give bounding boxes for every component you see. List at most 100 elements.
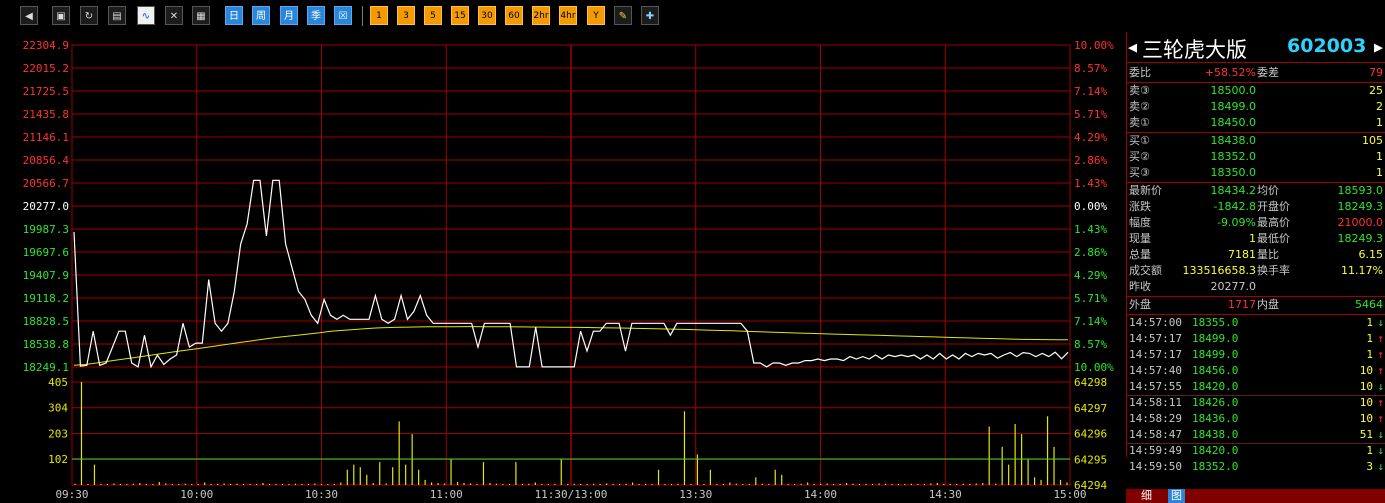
down-arrow-icon: ↓ <box>1377 460 1384 473</box>
panel-tab-1[interactable]: 图 <box>1168 489 1185 503</box>
refresh-icon[interactable]: ↻ <box>80 6 98 25</box>
stat-label: 总量 <box>1129 248 1151 261</box>
waipan-row: 外盘 1717 内盘 5464 <box>1126 297 1385 313</box>
tick-time: 14:58:11 <box>1129 396 1182 409</box>
pencil-icon[interactable]: ✎ <box>614 6 632 25</box>
sell-row: 卖③ 18500.0 25 <box>1126 83 1385 99</box>
volume-tick-right: 64297 <box>1074 402 1107 415</box>
stat-label-2: 均价 <box>1257 184 1279 197</box>
waipan-label: 外盘 <box>1129 298 1151 311</box>
weibi-row: 委比 +58.52% 委差 79 <box>1126 65 1385 81</box>
percent-tick-label: 10.00% <box>1074 361 1114 374</box>
up-arrow-icon: ↑ <box>1377 332 1384 345</box>
period-button-0[interactable]: 日 <box>225 6 243 25</box>
buy-volume: 105 <box>1362 134 1383 147</box>
sell-level-label: 卖① <box>1129 116 1150 129</box>
intraday-chart: 22304.9 10.00% 22015.2 8.57% 21725.5 7.14% 214… <box>23 39 1114 501</box>
stat-value: 1 <box>1249 232 1256 245</box>
minute-button-5[interactable]: 5 <box>424 6 442 25</box>
weibi-value: +58.52% <box>1204 66 1256 79</box>
down-arrow-icon: ↓ <box>1377 316 1384 329</box>
stat-value-2: 18249.3 <box>1337 232 1384 245</box>
price-tick-label: 22015.2 <box>23 62 69 75</box>
minute-button-30[interactable]: 30 <box>478 6 496 25</box>
tick-time: 14:58:47 <box>1129 428 1182 441</box>
minute-button-60[interactable]: 60 <box>505 6 523 25</box>
stat-label: 现量 <box>1129 232 1151 245</box>
sell-price: 18500.0 <box>1210 84 1257 97</box>
stat-label-2: 开盘价 <box>1257 200 1290 213</box>
box-icon[interactable]: ▣ <box>52 6 70 25</box>
next-stock-icon[interactable]: ▶ <box>1374 38 1383 56</box>
stat-label-2: 量比 <box>1257 248 1279 261</box>
sell-price: 18450.0 <box>1210 116 1257 129</box>
period-button-4[interactable]: ☒ <box>334 6 352 25</box>
volume-tick-right: 64295 <box>1074 453 1107 466</box>
price-tick-label: 20566.7 <box>23 177 69 190</box>
trade-tick-row: 14:57:55 18420.0 10 ↓ <box>1126 379 1385 395</box>
volume-tick-left: 405 <box>48 376 68 389</box>
minute-button-3[interactable]: 3 <box>397 6 415 25</box>
tick-time: 14:57:00 <box>1129 316 1182 329</box>
trade-tick-row: 14:57:17 18499.0 1 ↑ <box>1126 347 1385 363</box>
minute-button-2hr[interactable]: 2hr <box>532 6 550 25</box>
trade-tick-row: 14:59:50 18352.0 3 ↓ <box>1126 459 1385 475</box>
price-tick-label: 21146.1 <box>23 131 69 144</box>
price-tick-label: 21435.8 <box>23 108 69 121</box>
volume-tick-right: 64296 <box>1074 428 1107 441</box>
time-axis-label: 11:00 <box>430 488 463 501</box>
price-tick-label: 20856.4 <box>23 154 70 167</box>
time-axis-label: 14:30 <box>929 488 962 501</box>
tick-price: 18352.0 <box>1192 460 1239 473</box>
tick-time: 14:57:55 <box>1129 380 1182 393</box>
neipan-value: 5464 <box>1355 298 1383 311</box>
tick-volume: 3 <box>1366 460 1373 473</box>
time-axis-label: 09:30 <box>55 488 88 501</box>
neipan-label: 内盘 <box>1257 298 1279 311</box>
buy-level-label: 买① <box>1129 134 1150 147</box>
volume-tick-left: 102 <box>48 453 68 466</box>
stat-value: 20277.0 <box>1210 280 1257 293</box>
trade-tick-row: 14:58:29 18436.0 10 ↑ <box>1126 411 1385 427</box>
trade-tick-row: 14:59:49 18420.0 1 ↓ <box>1126 443 1385 459</box>
percent-tick-label: 5.71% <box>1074 108 1107 121</box>
percent-tick-label: 1.43% <box>1074 223 1107 236</box>
trade-tick-row: 14:57:17 18499.0 1 ↑ <box>1126 331 1385 347</box>
indicator-icon[interactable]: ✕ <box>165 6 183 25</box>
tick-price: 18436.0 <box>1192 412 1239 425</box>
stat-value-2: 18593.0 <box>1337 184 1384 197</box>
price-tick-label: 21725.5 <box>23 85 69 98</box>
period-button-2[interactable]: 月 <box>280 6 298 25</box>
table-icon[interactable]: ▦ <box>192 6 210 25</box>
minute-button-15[interactable]: 15 <box>451 6 469 25</box>
panel-tabs: 细图 <box>1126 489 1385 503</box>
minute-button-1[interactable]: 1 <box>370 6 388 25</box>
clipboard-icon[interactable]: ▤ <box>108 6 126 25</box>
time-axis-label: 11:30/13:00 <box>535 488 608 501</box>
back-icon[interactable]: ◀ <box>20 6 38 25</box>
tick-volume: 10 <box>1359 396 1373 409</box>
panel-tab-0[interactable]: 细 <box>1138 489 1155 503</box>
time-axis-label: 15:00 <box>1053 488 1086 501</box>
tick-time: 14:59:50 <box>1129 460 1182 473</box>
line-chart-icon[interactable]: ∿ <box>137 6 155 25</box>
tick-price: 18499.0 <box>1192 332 1239 345</box>
sell-price: 18499.0 <box>1210 100 1257 113</box>
tools-icon[interactable]: ✚ <box>641 6 659 25</box>
prev-stock-icon[interactable]: ◀ <box>1128 38 1137 56</box>
trade-tick-row: 14:57:40 18456.0 10 ↑ <box>1126 363 1385 379</box>
buy-price: 18438.0 <box>1210 134 1257 147</box>
period-button-3[interactable]: 季 <box>307 6 325 25</box>
period-button-1[interactable]: 周 <box>252 6 270 25</box>
minute-button-Y[interactable]: Y <box>587 6 605 25</box>
stat-row: 总量 7181 量比 6.15 <box>1126 247 1385 263</box>
time-axis-label: 10:00 <box>180 488 213 501</box>
percent-tick-label: 10.00% <box>1074 39 1114 52</box>
price-tick-label: 20277.0 <box>23 200 69 213</box>
percent-tick-label: 2.86% <box>1074 246 1107 259</box>
stat-label: 昨收 <box>1129 280 1151 293</box>
stat-label: 成交额 <box>1129 264 1162 277</box>
tick-price: 18426.0 <box>1192 396 1239 409</box>
stat-label: 最新价 <box>1129 184 1162 197</box>
minute-button-4hr[interactable]: 4hr <box>559 6 577 25</box>
